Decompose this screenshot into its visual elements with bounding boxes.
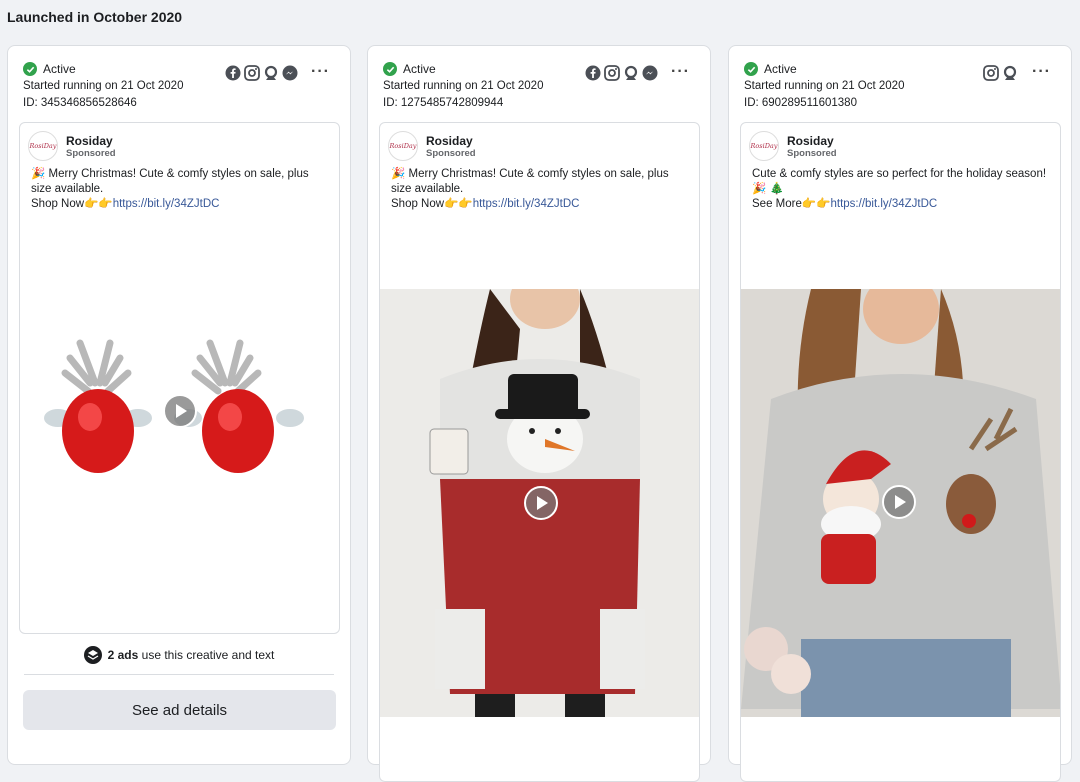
- see-ad-details-button[interactable]: See ad details: [23, 690, 336, 730]
- status-label: Active: [403, 62, 436, 76]
- ad-body-text: 🎉 Merry Christmas! Cute & comfy styles o…: [391, 167, 691, 212]
- status-badge: Active: [23, 62, 76, 76]
- start-date: Started running on 21 Oct 2020: [23, 80, 184, 92]
- ad-card: Active Started running on 21 Oct 2020 ID…: [728, 45, 1072, 782]
- ad-text-line: Merry Christmas! Cute & comfy styles on …: [31, 168, 309, 195]
- play-video-icon[interactable]: [163, 394, 197, 428]
- cta-text: Shop Now: [31, 198, 85, 210]
- party-popper-icon: 🎉: [391, 168, 406, 180]
- ad-id: ID: 690289511601380: [744, 97, 857, 109]
- platform-icons: [585, 65, 658, 81]
- start-date: Started running on 21 Oct 2020: [744, 80, 905, 92]
- ad-media-santa-sweater: [741, 289, 1060, 717]
- sponsored-label: Sponsored: [66, 147, 116, 159]
- ad-preview: RosiDay Rosiday Sponsored 🎉 Merry Christ…: [379, 122, 700, 782]
- platform-icons: [983, 65, 1018, 81]
- ad-preview: RosiDay Rosiday Sponsored Cute & comfy s…: [740, 122, 1061, 782]
- ad-body-text: Cute & comfy styles are so perfect for t…: [752, 167, 1052, 212]
- pointing-hand-icon: 👉👉: [84, 198, 113, 210]
- ad-card: Active Started running on 21 Oct 2020 ID…: [367, 45, 711, 782]
- pointing-hand-icon: 👉👉: [444, 198, 473, 210]
- tree-icon: 🎄: [769, 183, 784, 195]
- ad-link[interactable]: https://bit.ly/34ZJtDC: [473, 198, 580, 210]
- advertiser-avatar: RosiDay: [749, 131, 779, 161]
- status-badge: Active: [383, 62, 436, 76]
- divider: [24, 674, 334, 675]
- check-icon: [23, 62, 37, 76]
- cta-text: See More: [752, 198, 802, 210]
- platform-icons: [225, 65, 298, 81]
- ad-body-text: 🎉 Merry Christmas! Cute & comfy styles o…: [31, 167, 331, 212]
- party-popper-icon: 🎉: [752, 183, 767, 195]
- layers-icon: [83, 646, 102, 664]
- ad-text-line: Cute & comfy styles are so perfect for t…: [752, 168, 1047, 180]
- ads-count-text: use this creative and text: [141, 648, 275, 662]
- ad-link[interactable]: https://bit.ly/34ZJtDC: [113, 198, 220, 210]
- more-options-icon[interactable]: ···: [1032, 63, 1051, 81]
- audience-network-icon: [264, 65, 278, 80]
- advertiser-name[interactable]: Rosiday: [426, 134, 476, 148]
- ad-id: ID: 1275485742809944: [383, 97, 504, 109]
- instagram-icon: [983, 65, 999, 81]
- party-popper-icon: 🎉: [31, 168, 46, 180]
- ad-preview: RosiDay Rosiday Sponsored 🎉 Merry Christ…: [19, 122, 340, 634]
- instagram-icon: [244, 65, 260, 81]
- facebook-icon: [225, 65, 241, 81]
- status-label: Active: [764, 62, 797, 76]
- more-options-icon[interactable]: ···: [671, 63, 690, 81]
- ad-text-line: Merry Christmas! Cute & comfy styles on …: [391, 168, 669, 195]
- ad-id: ID: 345346856528646: [23, 97, 137, 109]
- section-title: Launched in October 2020: [7, 9, 183, 25]
- sponsored-label: Sponsored: [787, 147, 837, 159]
- ads-count: 2 ads use this creative and text: [8, 646, 350, 664]
- sponsored-label: Sponsored: [426, 147, 476, 159]
- check-icon: [744, 62, 758, 76]
- ad-link[interactable]: https://bit.ly/34ZJtDC: [831, 198, 938, 210]
- instagram-icon: [604, 65, 620, 81]
- start-date: Started running on 21 Oct 2020: [383, 80, 544, 92]
- ad-media-snowman-dress: [380, 289, 699, 717]
- play-video-icon[interactable]: [524, 486, 558, 520]
- status-label: Active: [43, 62, 76, 76]
- advertiser-avatar: RosiDay: [28, 131, 58, 161]
- pointing-hand-icon: 👉👉: [801, 198, 831, 210]
- messenger-icon: [282, 65, 298, 81]
- play-video-icon[interactable]: [882, 485, 916, 519]
- ad-media-earrings: [20, 313, 339, 503]
- audience-network-icon: [624, 65, 638, 80]
- advertiser-avatar: RosiDay: [388, 131, 418, 161]
- cta-text: Shop Now: [391, 198, 445, 210]
- messenger-icon: [642, 65, 658, 81]
- status-badge: Active: [744, 62, 797, 76]
- advertiser-name[interactable]: Rosiday: [787, 134, 837, 148]
- advertiser-name[interactable]: Rosiday: [66, 134, 116, 148]
- ad-card: Active Started running on 21 Oct 2020 ID…: [7, 45, 351, 765]
- check-icon: [383, 62, 397, 76]
- facebook-icon: [585, 65, 601, 81]
- audience-network-icon: [1003, 65, 1017, 80]
- ads-count-number: 2 ads: [107, 648, 139, 662]
- more-options-icon[interactable]: ···: [311, 63, 330, 81]
